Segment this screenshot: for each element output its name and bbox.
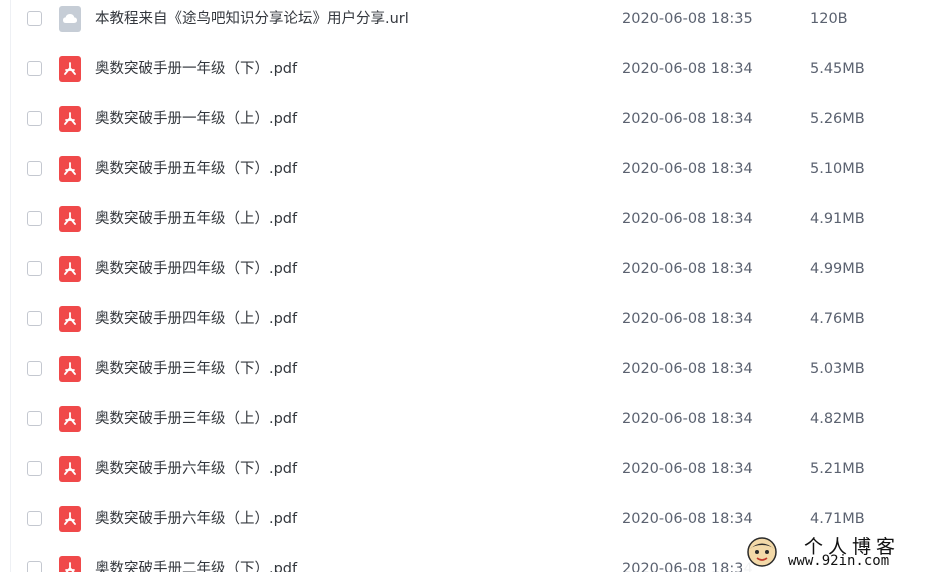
- file-name[interactable]: 奥数突破手册五年级（下）.pdf: [95, 159, 297, 179]
- pdf-icon: [59, 506, 81, 532]
- file-name[interactable]: 奥数突破手册三年级（上）.pdf: [95, 409, 297, 429]
- file-size: 5.10MB: [810, 161, 865, 177]
- row-checkbox[interactable]: [27, 11, 42, 26]
- file-manager: 本教程来自《途鸟吧知识分享论坛》用户分享.url 2020-06-08 18:35…: [0, 0, 937, 572]
- row-checkbox[interactable]: [27, 261, 42, 276]
- file-modified-date: 2020-06-08 18:34: [622, 111, 753, 127]
- file-modified-date: 2020-06-08 18:35: [622, 11, 753, 27]
- file-size: 5.03MB: [810, 361, 865, 377]
- pdf-icon: [59, 556, 81, 572]
- file-name[interactable]: 奥数突破手册一年级（上）.pdf: [95, 109, 297, 129]
- file-size: 120B: [810, 11, 848, 27]
- file-size: 4.91MB: [810, 211, 865, 227]
- row-checkbox[interactable]: [27, 411, 42, 426]
- file-modified-date: 2020-06-08 18:34: [622, 411, 753, 427]
- row-checkbox[interactable]: [27, 511, 42, 526]
- file-name[interactable]: 奥数突破手册六年级（上）.pdf: [95, 509, 297, 529]
- file-row[interactable]: 奥数突破手册一年级（下）.pdf 2020-06-08 18:34 5.45MB: [0, 44, 937, 94]
- file-modified-date: 2020-06-08 18:34: [622, 61, 753, 77]
- file-modified-date: 2020-06-08 18:34: [622, 161, 753, 177]
- file-name[interactable]: 奥数突破手册二年级（下）.pdf: [95, 559, 297, 572]
- file-size: 4.82MB: [810, 411, 865, 427]
- file-name[interactable]: 奥数突破手册四年级（下）.pdf: [95, 259, 297, 279]
- file-name[interactable]: 奥数突破手册四年级（上）.pdf: [95, 309, 297, 329]
- file-modified-date: 2020-06-08 18:34: [622, 361, 753, 377]
- file-row[interactable]: 奥数突破手册五年级（上）.pdf 2020-06-08 18:34 4.91MB: [0, 194, 937, 244]
- pdf-icon: [59, 356, 81, 382]
- file-modified-date: 2020-06-08 18:34: [622, 511, 753, 527]
- row-checkbox[interactable]: [27, 461, 42, 476]
- blog-watermark: 个人博客 www.92in.com: [742, 532, 937, 572]
- file-name[interactable]: 奥数突破手册三年级（下）.pdf: [95, 359, 297, 379]
- file-row[interactable]: 奥数突破手册六年级（下）.pdf 2020-06-08 18:34 5.21MB: [0, 444, 937, 494]
- file-row[interactable]: 奥数突破手册四年级（上）.pdf 2020-06-08 18:34 4.76MB: [0, 294, 937, 344]
- pdf-icon: [59, 306, 81, 332]
- file-name[interactable]: 本教程来自《途鸟吧知识分享论坛》用户分享.url: [95, 9, 409, 29]
- file-row[interactable]: 奥数突破手册一年级（上）.pdf 2020-06-08 18:34 5.26MB: [0, 94, 937, 144]
- pdf-icon: [59, 156, 81, 182]
- row-checkbox[interactable]: [27, 311, 42, 326]
- file-modified-date: 2020-06-08 18:34: [622, 461, 753, 477]
- pdf-icon: [59, 56, 81, 82]
- pdf-icon: [59, 256, 81, 282]
- url-icon: [59, 6, 81, 32]
- file-list: 本教程来自《途鸟吧知识分享论坛》用户分享.url 2020-06-08 18:35…: [0, 0, 937, 572]
- file-row[interactable]: 奥数突破手册五年级（下）.pdf 2020-06-08 18:34 5.10MB: [0, 144, 937, 194]
- file-size: 4.99MB: [810, 261, 865, 277]
- row-checkbox[interactable]: [27, 111, 42, 126]
- mascot-icon: [747, 537, 777, 567]
- pdf-icon: [59, 456, 81, 482]
- file-name[interactable]: 奥数突破手册一年级（下）.pdf: [95, 59, 297, 79]
- file-name[interactable]: 奥数突破手册五年级（上）.pdf: [95, 209, 297, 229]
- file-row[interactable]: 奥数突破手册四年级（下）.pdf 2020-06-08 18:34 4.99MB: [0, 244, 937, 294]
- row-checkbox[interactable]: [27, 61, 42, 76]
- file-size: 5.21MB: [810, 461, 865, 477]
- file-modified-date: 2020-06-08 18:34: [622, 211, 753, 227]
- file-modified-date: 2020-06-08 18:34: [622, 311, 753, 327]
- file-size: 4.76MB: [810, 311, 865, 327]
- pdf-icon: [59, 106, 81, 132]
- file-row[interactable]: 奥数突破手册三年级（上）.pdf 2020-06-08 18:34 4.82MB: [0, 394, 937, 444]
- file-size: 4.71MB: [810, 511, 865, 527]
- row-checkbox[interactable]: [27, 211, 42, 226]
- file-modified-date: 2020-06-08 18:34: [622, 261, 753, 277]
- file-modified-date: 2020-06-08 18:34: [622, 561, 753, 572]
- pdf-icon: [59, 206, 81, 232]
- row-checkbox[interactable]: [27, 361, 42, 376]
- file-size: 5.26MB: [810, 111, 865, 127]
- row-checkbox[interactable]: [27, 161, 42, 176]
- pdf-icon: [59, 406, 81, 432]
- watermark-url: www.92in.com: [788, 553, 890, 569]
- file-row[interactable]: 本教程来自《途鸟吧知识分享论坛》用户分享.url 2020-06-08 18:35…: [0, 0, 937, 44]
- file-name[interactable]: 奥数突破手册六年级（下）.pdf: [95, 459, 297, 479]
- file-row[interactable]: 奥数突破手册三年级（下）.pdf 2020-06-08 18:34 5.03MB: [0, 344, 937, 394]
- row-checkbox[interactable]: [27, 561, 42, 572]
- file-size: 5.45MB: [810, 61, 865, 77]
